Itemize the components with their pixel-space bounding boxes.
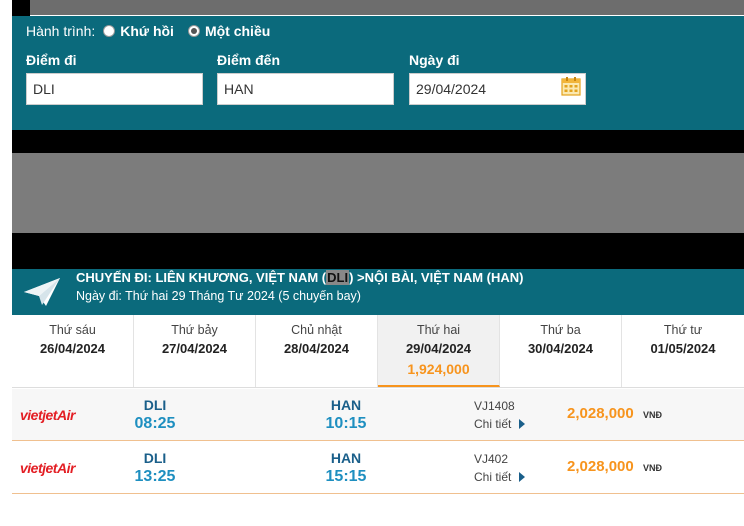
detail-label: Chi tiết [474,470,512,484]
black-band-bottom [12,233,744,269]
date-tab-01-05[interactable]: Thứ tư 01/05/2024 [622,315,744,387]
arrival-block: HAN 15:15 [306,450,386,486]
from-label: Điểm đi [26,52,77,68]
flight-row[interactable]: vietjetAir DLI 13:25 HAN 15:15 VJ402 Chi… [12,442,744,494]
top-black-block [12,0,30,16]
date-tab-date: 01/05/2024 [650,341,716,356]
date-input[interactable]: 29/04/2024 [409,73,586,105]
date-tab-weekday: Thứ hai [416,323,461,337]
trip-type-label: Hành trình: [26,23,96,39]
route-title-prefix: CHUYẾN ĐI: LIÊN KHƯƠNG, VIỆT NAM ( [76,270,327,285]
round-trip-radio[interactable] [103,25,116,37]
date-tab-weekday: Chủ nhật [291,323,342,337]
date-tab-date: 27/04/2024 [161,341,228,356]
date-tab-date: 28/04/2024 [283,341,350,356]
triangle-right-icon [519,472,526,482]
currency-label: VNĐ [643,463,663,473]
to-input[interactable]: HAN [217,73,394,105]
date-value: 29/04/2024 [416,81,487,97]
one-way-option[interactable]: Một chiều [187,23,271,39]
from-input[interactable]: DLI [26,73,203,105]
departure-code: DLI [143,397,167,413]
route-header: CHUYẾN ĐI: LIÊN KHƯƠNG, VIỆT NAM (DLI) >… [12,269,744,315]
gray-placeholder-block [12,153,744,233]
paper-plane-icon [24,278,60,306]
arrival-code: HAN [330,450,362,466]
vietjet-logo: vietjetAir [20,407,75,423]
round-trip-label: Khứ hồi [120,23,174,39]
one-way-radio[interactable] [187,25,200,37]
detail-link[interactable]: Chi tiết [474,417,526,431]
black-band-top [12,130,744,153]
departure-time: 08:25 [134,415,176,432]
date-tab-26-04[interactable]: Thứ sáu 26/04/2024 [12,315,134,387]
vietjet-logo: vietjetAir [20,460,75,476]
date-tab-weekday: Thứ sáu [49,323,96,337]
flight-price: 2,028,000 [567,405,634,422]
arrival-block: HAN 10:15 [306,397,386,433]
date-tab-weekday: Thứ bảy [171,323,218,337]
flight-search-page: Hành trình: Khứ hồi Một chiều Điểm đi DL… [0,0,744,526]
calendar-icon[interactable] [561,76,581,96]
detail-link[interactable]: Chi tiết [474,470,526,484]
date-tab-date: 29/04/2024 [405,341,472,356]
top-gray-strip [30,0,744,15]
date-tab-29-04-selected[interactable]: Thứ hai 29/04/2024 1,924,000 [378,315,500,387]
date-tab-weekday: Thứ tư [663,323,703,337]
arrival-time: 15:15 [325,468,367,485]
route-title: CHUYẾN ĐI: LIÊN KHƯƠNG, VIỆT NAM (DLI) >… [76,270,523,285]
date-tab-date: 26/04/2024 [39,341,106,356]
route-origin-code: DLI [326,270,350,285]
date-tab-date: 30/04/2024 [527,341,594,356]
arrival-code: HAN [330,397,362,413]
date-tab-price: 1,924,000 [407,361,470,377]
date-tabs: Thứ sáu 26/04/2024 Thứ bảy 27/04/2024 Ch… [12,315,744,388]
flight-row[interactable]: vietjetAir DLI 08:25 HAN 10:15 VJ1408 Ch… [12,389,744,441]
arrival-time: 10:15 [325,415,367,432]
route-title-suffix: ) >NỘI BÀI, VIỆT NAM (HAN) [349,270,524,285]
trip-type-row: Hành trình: Khứ hồi Một chiều [26,23,284,39]
departure-block: DLI 08:25 [115,397,195,433]
departure-time: 13:25 [134,468,176,485]
round-trip-option[interactable]: Khứ hồi [103,23,174,39]
route-subtitle: Ngày đi: Thứ hai 29 Tháng Tư 2024 (5 chu… [76,289,361,303]
one-way-label: Một chiều [204,23,271,39]
date-tab-30-04[interactable]: Thứ ba 30/04/2024 [500,315,622,387]
date-tab-27-04[interactable]: Thứ bảy 27/04/2024 [134,315,256,387]
departure-block: DLI 13:25 [115,450,195,486]
departure-code: DLI [143,450,167,466]
flight-price: 2,028,000 [567,458,634,475]
currency-label: VNĐ [643,410,663,420]
detail-label: Chi tiết [474,417,512,431]
date-label: Ngày đi [409,52,460,68]
search-panel: Hành trình: Khứ hồi Một chiều Điểm đi DL… [12,16,744,130]
date-tab-28-04[interactable]: Chủ nhật 28/04/2024 [256,315,378,387]
triangle-right-icon [519,419,526,429]
date-tab-weekday: Thứ ba [540,323,581,337]
flight-number: VJ1408 [474,399,515,413]
to-label: Điểm đến [217,52,281,68]
flight-number: VJ402 [474,452,509,466]
